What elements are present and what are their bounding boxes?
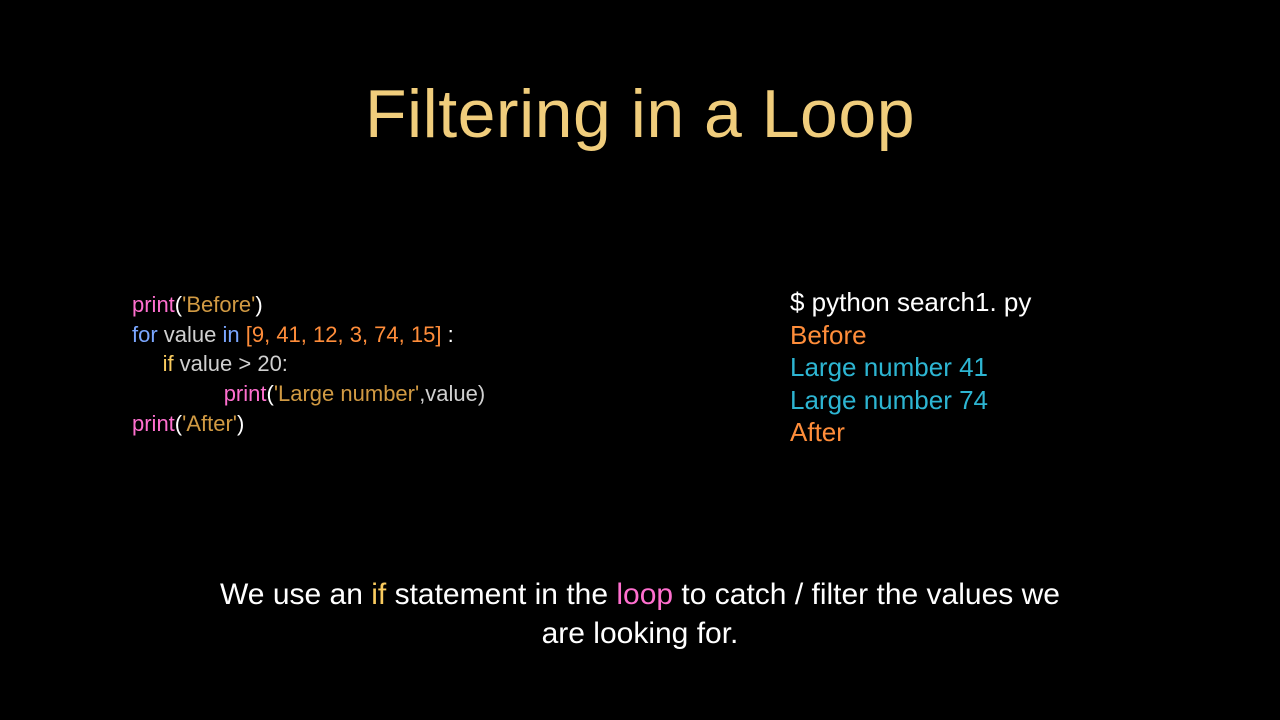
print-keyword: print <box>224 381 267 406</box>
slide: Filtering in a Loop print('Before') for … <box>0 0 1280 720</box>
code-line-3: if value > 20: <box>132 349 485 379</box>
paren-close: ) <box>255 292 262 317</box>
if-keyword: if <box>163 351 174 376</box>
caption-loop: loop <box>616 578 673 611</box>
caption-part1: We use an <box>220 578 371 611</box>
output-block: $ python search1. py Before Large number… <box>790 286 1031 449</box>
caption-if: if <box>371 578 386 611</box>
code-line-5: print('After') <box>132 409 485 439</box>
output-large-1: Large number 41 <box>790 351 1031 384</box>
for-keyword: for <box>132 322 158 347</box>
for-tail: : <box>441 322 453 347</box>
output-large-2: Large number 74 <box>790 384 1031 417</box>
code-block: print('Before') for value in [9, 41, 12,… <box>132 290 485 438</box>
code-line-2: for value in [9, 41, 12, 3, 74, 15] : <box>132 320 485 350</box>
if-cond: value > 20: <box>174 351 288 376</box>
caption-part2: statement in the <box>386 578 616 611</box>
output-before: Before <box>790 319 1031 352</box>
print-keyword: print <box>132 292 175 317</box>
paren-open: ( <box>266 381 273 406</box>
string-before: 'Before' <box>182 292 255 317</box>
indent <box>132 381 224 406</box>
code-line-1: print('Before') <box>132 290 485 320</box>
print-rest: ,value) <box>419 381 485 406</box>
output-command: $ python search1. py <box>790 286 1031 319</box>
string-after: 'After' <box>182 411 237 436</box>
number-list: [9, 41, 12, 3, 74, 15] <box>240 322 442 347</box>
caption: We use an if statement in the loop to ca… <box>0 575 1280 653</box>
paren-close: ) <box>237 411 244 436</box>
output-after: After <box>790 416 1031 449</box>
string-large: 'Large number' <box>274 381 419 406</box>
indent <box>132 351 163 376</box>
print-keyword: print <box>132 411 175 436</box>
slide-title: Filtering in a Loop <box>0 75 1280 153</box>
for-var: value <box>158 322 223 347</box>
code-line-4: print('Large number',value) <box>132 379 485 409</box>
in-keyword: in <box>223 322 240 347</box>
